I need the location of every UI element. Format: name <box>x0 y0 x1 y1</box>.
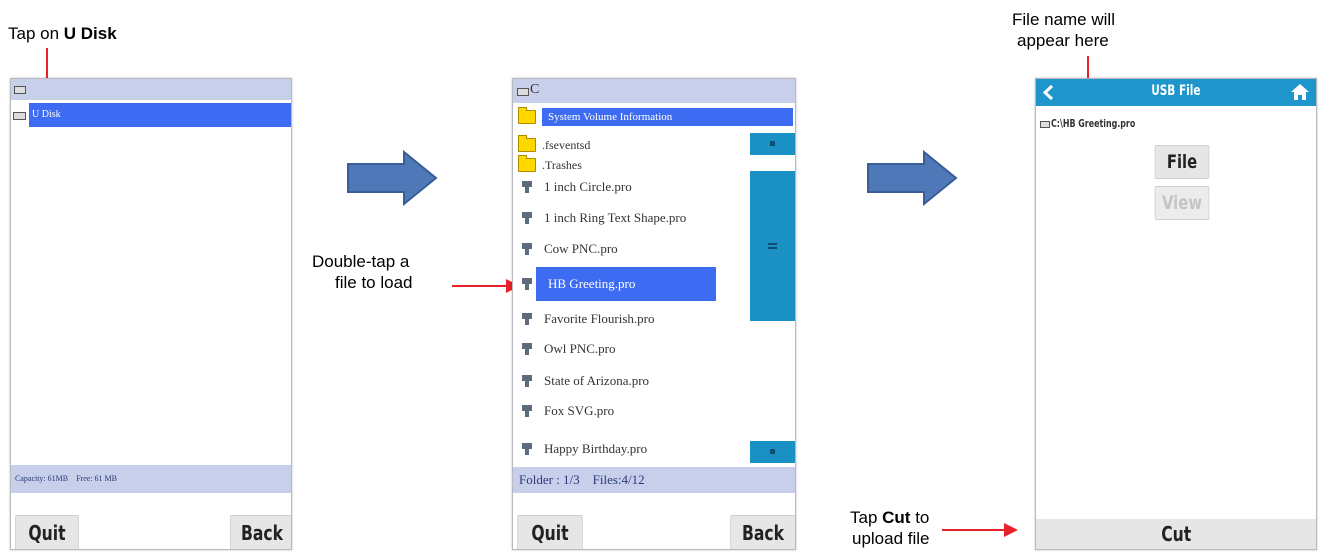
current-path: C <box>530 82 540 97</box>
folder-item[interactable]: System Volume Information <box>517 107 793 127</box>
item-label: .fseventsd <box>542 137 591 152</box>
annotation-text: Double-tap a <box>312 252 410 271</box>
annotation-bold-text: Cut <box>882 508 911 527</box>
grip-icon <box>768 243 777 245</box>
scroll-up-icon <box>770 141 775 146</box>
grip-icon <box>768 247 777 249</box>
annotation-text: Tap on <box>8 24 64 43</box>
item-label: 1 inch Circle.pro <box>544 179 632 194</box>
item-label: 1 inch Ring Text Shape.pro <box>544 210 687 225</box>
back-button[interactable]: Back <box>230 515 291 549</box>
quit-button[interactable]: Quit <box>15 515 79 549</box>
file-button[interactable]: File <box>1154 145 1210 179</box>
file-path-display: C:\HB Greeting.pro <box>1040 117 1168 130</box>
annotation-text: file to load <box>335 273 413 292</box>
folder-icon <box>518 107 536 124</box>
file-icon <box>522 243 532 255</box>
scroll-thumb[interactable] <box>750 171 795 321</box>
annotation-text: appear here <box>1017 31 1109 50</box>
annotation-file-name: File name will appear here <box>1012 9 1115 51</box>
file-item[interactable]: Favorite Flourish.pro <box>517 305 747 333</box>
drive-icon <box>1040 121 1050 128</box>
item-label: Fox SVG.pro <box>544 403 615 418</box>
annotation-text: Tap <box>850 508 883 527</box>
annotation-double-tap: Double-tap a file to load <box>312 251 413 293</box>
annotation-tap-udisk: Tap on U Disk <box>8 23 117 44</box>
flow-arrow-icon <box>867 150 958 206</box>
annotation-pointer-line <box>452 285 510 287</box>
annotation-tap-cut: Tap Cut to upload file <box>850 507 930 549</box>
item-label: HB Greeting.pro <box>536 267 716 301</box>
file-item[interactable]: Fox SVG.pro <box>517 397 747 425</box>
cut-button[interactable]: Cut <box>1036 519 1316 549</box>
item-label: State of Arizona.pro <box>544 373 650 388</box>
folder-item[interactable]: .Trashes <box>517 155 747 175</box>
file-icon <box>522 343 532 355</box>
status-bar: Capacity: 61MB Free: 61 MB <box>11 465 291 493</box>
file-item[interactable]: Cow PNC.pro <box>517 235 747 263</box>
folder-icon <box>518 135 536 152</box>
file-item[interactable]: 1 inch Circle.pro <box>517 173 747 201</box>
annotation-text: File name will <box>1012 10 1115 29</box>
file-icon <box>522 278 532 290</box>
drive-icon <box>517 88 529 96</box>
usb-drive-icon <box>13 112 26 120</box>
file-item[interactable]: Happy Birthday.pro <box>517 435 747 463</box>
file-icon <box>522 443 532 455</box>
screen-title-text: USB File <box>1151 83 1201 99</box>
file-path-text: C:\HB Greeting.pro <box>1051 117 1136 130</box>
file-icon <box>522 405 532 417</box>
annotation-pointer-arrowhead <box>1004 523 1018 537</box>
file-icon <box>522 375 532 387</box>
drive-item-u-disk[interactable]: U Disk <box>29 103 291 127</box>
folder-icon <box>518 155 536 172</box>
item-label: System Volume Information <box>542 108 793 126</box>
annotation-text: to <box>910 508 930 527</box>
file-item[interactable]: Owl PNC.pro <box>517 335 747 363</box>
scroll-down-button[interactable] <box>750 441 795 463</box>
item-label: Happy Birthday.pro <box>544 441 648 456</box>
home-icon[interactable] <box>1290 83 1310 101</box>
scroll-up-button[interactable] <box>750 133 795 155</box>
item-label: Owl PNC.pro <box>544 341 616 356</box>
drive-row-icon-cell <box>11 103 29 127</box>
status-text: Capacity: 61MB Free: 61 MB <box>15 474 117 483</box>
annotation-pointer-line <box>942 529 1008 531</box>
status-bar: Folder : 1/3 Files:4/12 <box>513 467 795 493</box>
screen-file-browser: C System Volume Information .fseventsd .Tr… <box>512 78 796 550</box>
path-bar <box>11 79 291 100</box>
file-icon <box>522 313 532 325</box>
drive-icon <box>14 86 26 94</box>
title-bar: USB File <box>1036 79 1316 106</box>
file-icon <box>522 212 532 224</box>
view-button[interactable]: View <box>1154 186 1210 220</box>
file-icon <box>522 181 532 193</box>
folder-item[interactable]: .fseventsd <box>517 135 747 155</box>
back-button[interactable]: Back <box>730 515 795 549</box>
path-bar: C <box>513 79 795 103</box>
annotation-text: upload file <box>852 529 930 548</box>
screen-drive-select: U Disk Capacity: 61MB Free: 61 MB Quit B… <box>10 78 292 550</box>
file-item[interactable]: HB Greeting.pro <box>517 267 747 301</box>
status-text: Folder : 1/3 Files:4/12 <box>519 472 645 487</box>
drive-item-label: U Disk <box>32 109 61 120</box>
file-item[interactable]: State of Arizona.pro <box>517 367 747 395</box>
screen-usb-file: USB File C:\HB Greeting.pro File View Cu… <box>1035 78 1317 550</box>
flow-arrow-icon <box>347 150 438 206</box>
file-item[interactable]: 1 inch Ring Text Shape.pro <box>517 204 747 232</box>
screen-title: USB File <box>1036 83 1316 99</box>
item-label: Favorite Flourish.pro <box>544 311 655 326</box>
scroll-down-icon <box>770 449 775 454</box>
item-label: .Trashes <box>542 157 582 172</box>
cut-button-label: Cut <box>1160 522 1192 546</box>
item-label: Cow PNC.pro <box>544 241 618 256</box>
quit-button[interactable]: Quit <box>517 515 583 549</box>
annotation-bold-text: U Disk <box>63 24 117 43</box>
